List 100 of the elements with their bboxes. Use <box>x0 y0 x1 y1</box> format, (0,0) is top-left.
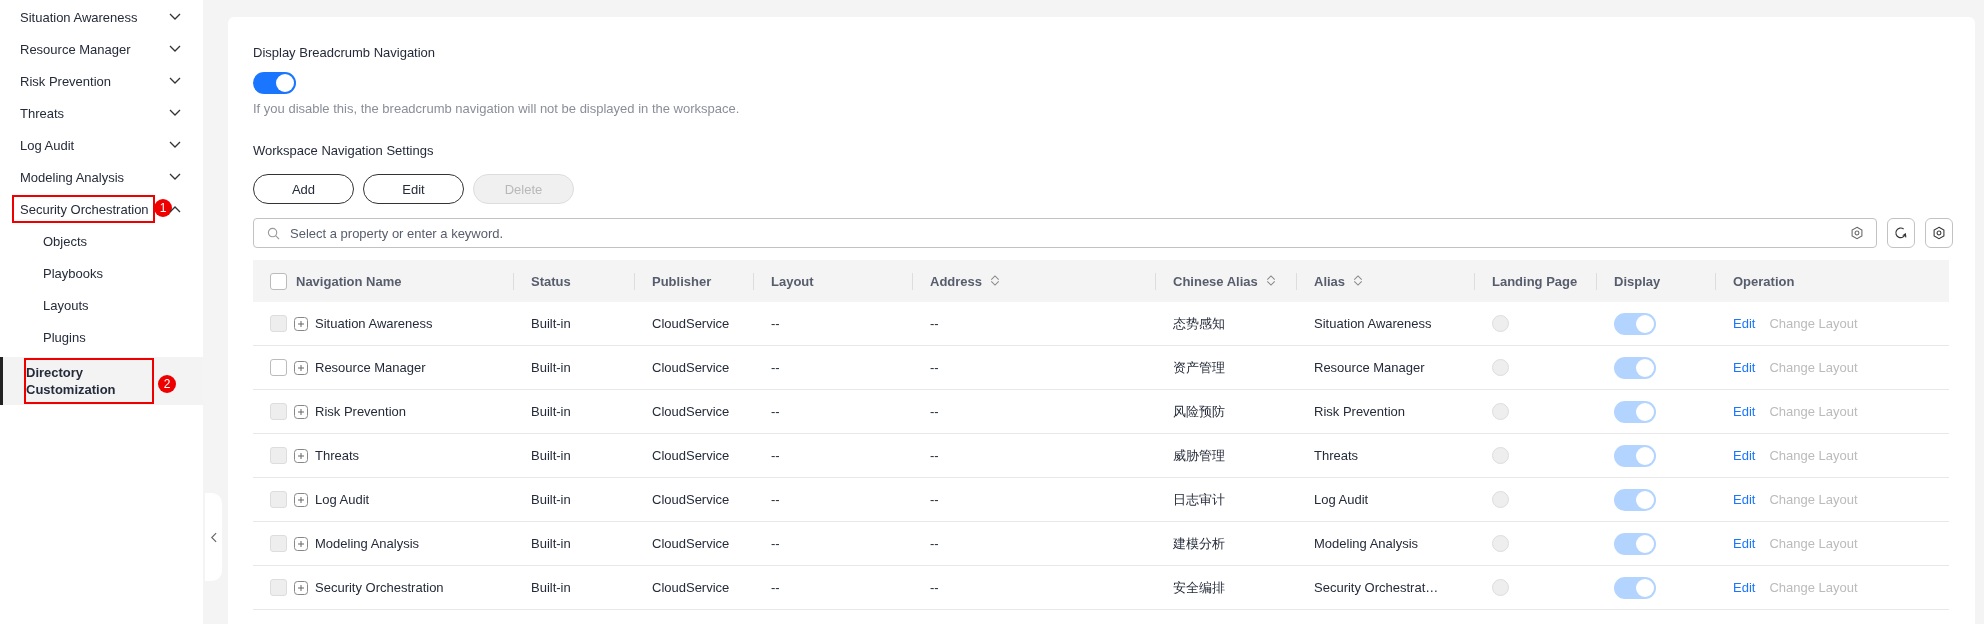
sidebar-item[interactable]: Log Audit <box>0 133 79 157</box>
table-cell: 风险预防 <box>1173 402 1225 421</box>
table-cell: -- <box>771 404 780 419</box>
table-cell: Built-in <box>531 360 571 375</box>
expand-icon[interactable] <box>294 580 308 595</box>
collapse-sidebar-button[interactable] <box>205 493 222 581</box>
setting-hint: If you disable this, the breadcrumb navigation will not be displayed in the workspace. <box>253 101 740 116</box>
action-link[interactable]: Edit <box>1733 580 1756 595</box>
table-cell: Built-in <box>531 492 571 507</box>
search-field[interactable]: Select a property or enter a keyword. <box>253 218 1877 248</box>
column-header[interactable]: Alias <box>1314 273 1364 289</box>
expand-icon[interactable] <box>294 492 308 507</box>
sidebar-subitem[interactable]: Layouts <box>0 297 89 313</box>
action-link[interactable]: Edit <box>1733 404 1756 419</box>
table-cell: -- <box>771 448 780 463</box>
column-header[interactable]: Chinese Alias <box>1173 273 1276 289</box>
action-link[interactable]: Edit <box>1733 492 1756 507</box>
table-cell: 日志审计 <box>1173 490 1225 509</box>
action-button[interactable]: Add <box>253 174 354 204</box>
sidebar-item[interactable]: Resource Manager <box>0 37 135 61</box>
landing-page-radio[interactable] <box>1492 491 1509 508</box>
action-link[interactable]: Edit <box>1733 536 1756 551</box>
display-toggle[interactable] <box>1614 532 1656 555</box>
chevron-left-icon <box>210 531 217 543</box>
settings-button[interactable] <box>1925 218 1953 248</box>
column-header: Landing Page <box>1492 273 1578 289</box>
column-header: Layout <box>771 273 814 289</box>
select-all-checkbox[interactable] <box>270 272 287 290</box>
table-cell: 安全编排 <box>1173 578 1225 597</box>
table-cell: Built-in <box>531 448 571 463</box>
sidebar-subitem[interactable]: Plugins <box>0 329 86 345</box>
sidebar-item[interactable]: Security Orchestration <box>14 197 153 221</box>
landing-page-radio[interactable] <box>1492 359 1509 376</box>
table-cell: -- <box>930 580 939 595</box>
column-header: Status <box>531 273 571 289</box>
expand-icon[interactable] <box>294 448 308 463</box>
action-link[interactable]: Edit <box>1733 316 1756 331</box>
table-cell: -- <box>930 536 939 551</box>
table-cell: -- <box>930 404 939 419</box>
sidebar-subitem[interactable]: Objects <box>0 233 88 249</box>
sort-icon <box>1265 273 1276 287</box>
table-cell: Risk Prevention <box>1314 404 1406 419</box>
table-cell: 建模分析 <box>1173 534 1225 553</box>
table-cell: CloudService <box>652 360 730 375</box>
landing-page-radio[interactable] <box>1492 315 1509 332</box>
refresh-button[interactable] <box>1887 218 1915 248</box>
sidebar-subitem[interactable]: Directory Customization <box>26 360 152 402</box>
table-cell: Modeling Analysis <box>315 536 420 551</box>
table-cell: -- <box>771 316 780 331</box>
table-cell: -- <box>771 536 780 551</box>
step-badge: 1 <box>154 199 172 217</box>
table-cell: Built-in <box>531 536 571 551</box>
landing-page-radio[interactable] <box>1492 579 1509 596</box>
sidebar-item[interactable]: Modeling Analysis <box>0 165 129 189</box>
display-toggle[interactable] <box>1614 444 1656 467</box>
row-checkbox[interactable] <box>270 359 287 376</box>
landing-page-radio[interactable] <box>1492 447 1509 464</box>
sidebar-item[interactable]: Situation Awareness <box>0 5 142 29</box>
display-toggle[interactable] <box>1614 576 1656 599</box>
expand-icon[interactable] <box>294 404 308 419</box>
table-cell: Built-in <box>531 316 571 331</box>
table-cell: CloudService <box>652 404 730 419</box>
table-cell: Resource Manager <box>1314 360 1425 375</box>
sidebar-item[interactable]: Risk Prevention <box>0 69 116 93</box>
settings-icon[interactable] <box>1850 226 1864 240</box>
table-cell: Threats <box>315 448 360 463</box>
table-cell: Threats <box>1314 448 1359 463</box>
table-cell: Modeling Analysis <box>1314 536 1419 551</box>
table-cell: -- <box>930 316 939 331</box>
table-cell: 威胁管理 <box>1173 446 1225 465</box>
table-cell: Situation Awareness <box>1314 316 1432 331</box>
table-cell: Resource Manager <box>315 360 426 375</box>
display-toggle[interactable] <box>1614 356 1656 379</box>
display-toggle[interactable] <box>1614 488 1656 511</box>
column-header[interactable]: Address <box>930 273 1001 289</box>
column-header: Operation <box>1733 273 1795 289</box>
action-button[interactable]: Edit <box>363 174 464 204</box>
table-cell: Situation Awareness <box>315 316 433 331</box>
landing-page-radio[interactable] <box>1492 403 1509 420</box>
expand-icon[interactable] <box>294 536 308 551</box>
landing-page-radio[interactable] <box>1492 535 1509 552</box>
step-badge: 2 <box>158 375 176 393</box>
action-link[interactable]: Edit <box>1733 448 1756 463</box>
display-toggle[interactable] <box>1614 400 1656 423</box>
table-cell: CloudService <box>652 492 730 507</box>
sidebar-item[interactable]: Threats <box>0 101 69 125</box>
action-link[interactable]: Edit <box>1733 360 1756 375</box>
sidebar-subitem[interactable]: Playbooks <box>0 265 103 281</box>
breadcrumb-toggle[interactable] <box>253 72 296 94</box>
table-cell: -- <box>930 448 939 463</box>
expand-icon[interactable] <box>294 316 308 331</box>
search-icon <box>267 227 280 240</box>
table-cell: Security Orchestrat… <box>1314 580 1439 595</box>
table-cell: 态势感知 <box>1173 314 1225 333</box>
section-title: Workspace Navigation Settings <box>253 143 434 158</box>
expand-icon[interactable] <box>294 360 308 375</box>
table-cell: CloudService <box>652 316 730 331</box>
display-toggle[interactable] <box>1614 312 1656 335</box>
settings-icon <box>1932 226 1946 240</box>
column-header: Navigation Name <box>296 273 402 289</box>
